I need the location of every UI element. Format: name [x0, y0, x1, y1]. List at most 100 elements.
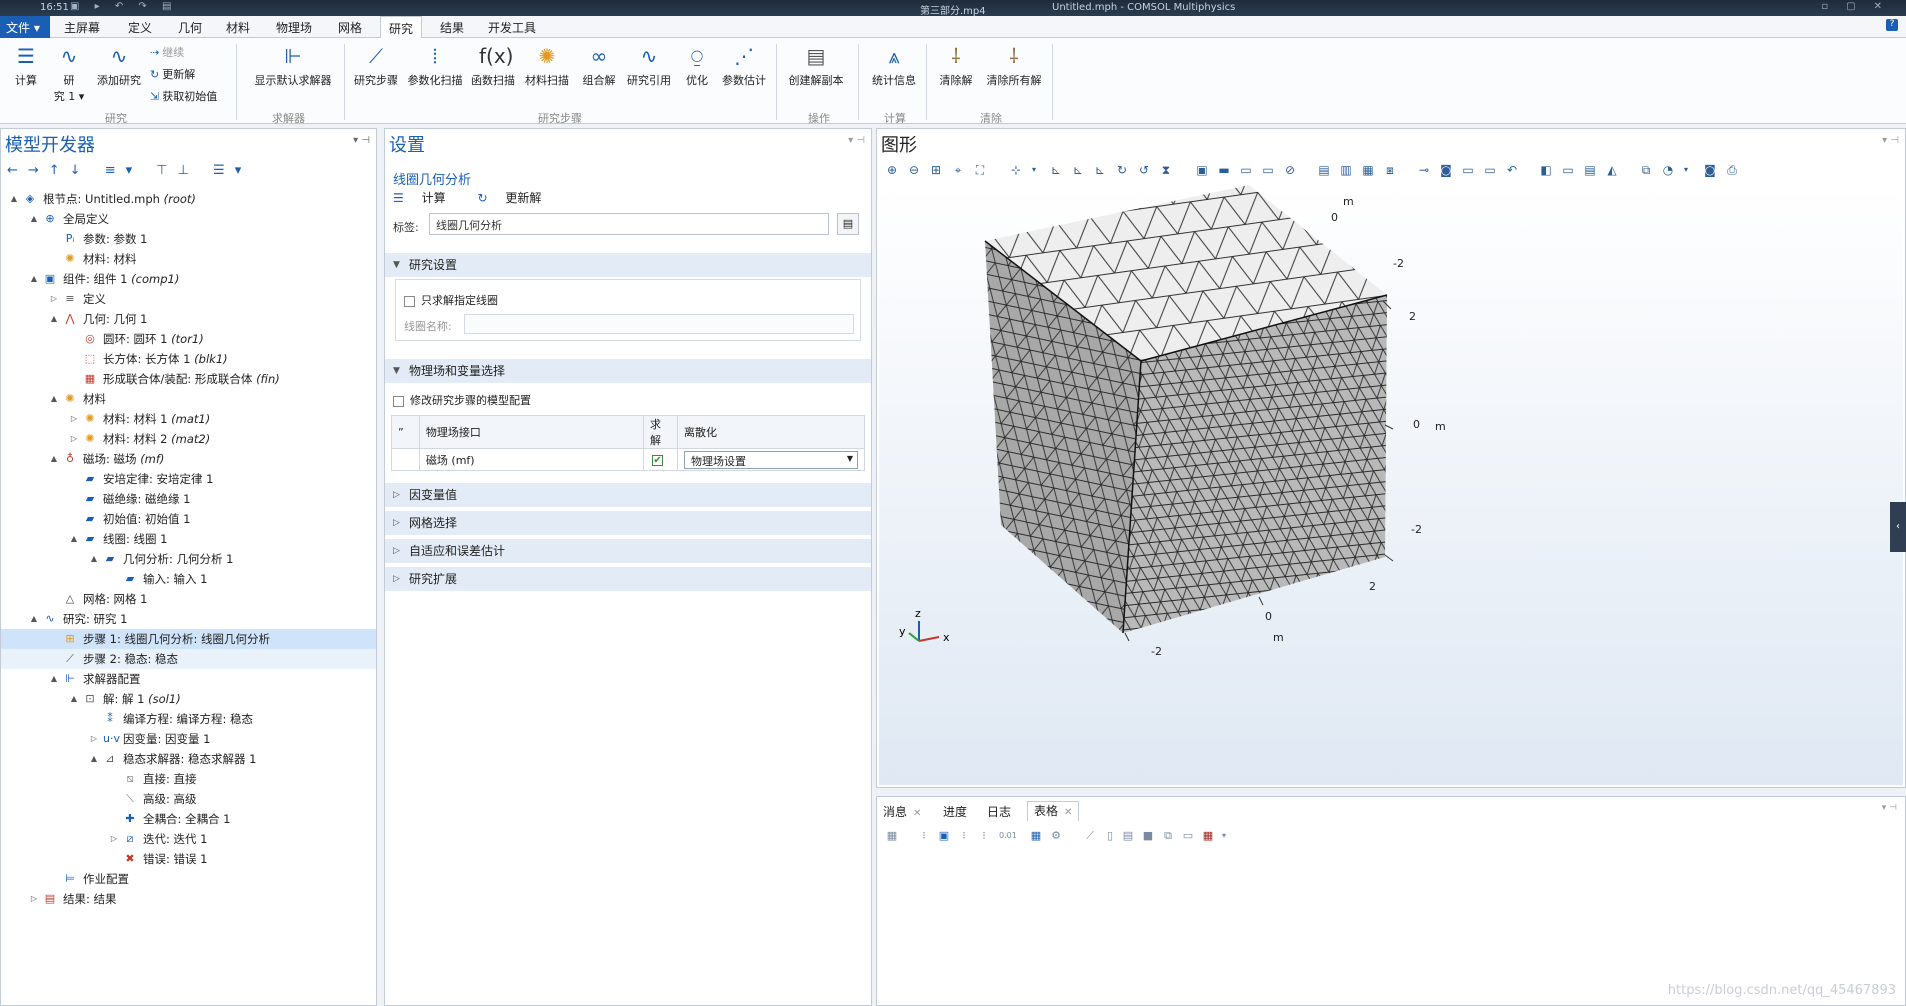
layout2-icon[interactable]: ▤: [1583, 163, 1597, 177]
expand-toggle-icon[interactable]: ▲: [69, 529, 79, 549]
scene-light-icon[interactable]: ◧: [1539, 163, 1553, 177]
zoom-out-icon[interactable]: ⊖: [907, 163, 921, 177]
tree-node[interactable]: ▰ 输入: 输入 1: [1, 569, 376, 589]
zoom-selection-icon[interactable]: ⌖: [951, 163, 965, 177]
tree-node[interactable]: ▷ ⧄ 迭代: 迭代 1: [1, 829, 376, 849]
tab-definitions[interactable]: 定义: [128, 19, 152, 36]
color-table-icon[interactable]: ◔: [1661, 163, 1675, 177]
tree-node[interactable]: △ 网格: 网格 1: [1, 589, 376, 609]
section-study-settings[interactable]: ▼ 研究设置: [385, 253, 871, 277]
manual-precision-icon[interactable]: ⁝: [977, 829, 991, 843]
quick-access-toolbar[interactable]: ▣ ▸ ↶ ↷ ▤: [70, 1, 177, 12]
section-mesh-selection[interactable]: ▷ 网格选择: [385, 511, 871, 535]
tree-node[interactable]: ▦ 形成联合体/装配: 形成联合体 (fin): [1, 369, 376, 389]
tab-log[interactable]: 日志: [987, 803, 1011, 820]
image-export-icon[interactable]: ⧉: [1639, 163, 1653, 177]
wireframe-icon[interactable]: ▤: [1317, 163, 1331, 177]
panel-menu-icon[interactable]: ▾ ⊣: [1882, 135, 1899, 146]
expand-toggle-icon[interactable]: ▲: [89, 749, 99, 769]
tab-physics[interactable]: 物理场: [276, 19, 312, 36]
coil-name-input[interactable]: [464, 314, 854, 334]
tree-node[interactable]: ▲ ▣ 组件: 组件 1 (comp1): [1, 269, 376, 289]
expand-toggle-icon[interactable]: ▲: [69, 689, 79, 709]
help-icon[interactable]: ?: [1886, 19, 1898, 31]
hide-icon[interactable]: ⊸: [1417, 163, 1431, 177]
study-button[interactable]: ∿ 研 究 1 ▾: [52, 42, 86, 104]
copy-table-icon[interactable]: ⧉: [1161, 829, 1175, 843]
discretization-dropdown[interactable]: 物理场设置 ▼: [684, 450, 858, 469]
select-edge-icon[interactable]: ▭: [1239, 163, 1253, 177]
chevron-down-icon[interactable]: ▾: [1217, 829, 1231, 843]
expand-toggle-icon[interactable]: ▲: [29, 269, 39, 289]
expand-toggle-icon[interactable]: ▲: [89, 549, 99, 569]
print-icon[interactable]: ⎙: [1725, 163, 1739, 177]
tree-node[interactable]: ▷ u·v 因变量: 因变量 1: [1, 729, 376, 749]
section-physics-selection[interactable]: ▼ 物理场和变量选择: [385, 359, 871, 383]
tree-node[interactable]: ⊞ 步骤 1: 线圈几何分析: 线圈几何分析: [1, 629, 376, 649]
expand-toggle-icon[interactable]: ▲: [9, 189, 19, 209]
material-sweep-button[interactable]: ✺ 材料扫描: [522, 42, 572, 88]
get-initial-value-button[interactable]: ⇲ 获取初始值: [150, 88, 217, 104]
view-yz-icon[interactable]: ⊾: [1071, 163, 1085, 177]
table-plot-icon[interactable]: ▦: [1029, 829, 1043, 843]
combine-solution-button[interactable]: ∞ 组合解: [576, 42, 622, 88]
chevron-down-icon[interactable]: ▾: [1027, 163, 1041, 177]
expand-toggle-icon[interactable]: ▷: [69, 409, 79, 429]
tree-node[interactable]: ▰ 安培定律: 安培定律 1: [1, 469, 376, 489]
tree-node[interactable]: ▲ ⊡ 解: 解 1 (sol1): [1, 689, 376, 709]
tree-node[interactable]: ▲ ⊿ 稳态求解器: 稳态求解器 1: [1, 749, 376, 769]
tree-node[interactable]: ▷ ✺ 材料: 材料 2 (mat2): [1, 429, 376, 449]
edit-icon[interactable]: ⟋: [1083, 829, 1097, 843]
study-reference-button[interactable]: ∿ 研究引用: [624, 42, 674, 88]
settings-gear-icon[interactable]: ⚙: [1049, 829, 1063, 843]
update-solution-button[interactable]: ↻ 更新解: [150, 66, 195, 82]
close-icon[interactable]: ✕: [913, 808, 921, 819]
tree-node[interactable]: ▲ ⋀ 几何: 几何 1: [1, 309, 376, 329]
expand-toggle-icon[interactable]: ▷: [89, 729, 99, 749]
settings-compute-button[interactable]: ☰ 计算: [393, 191, 460, 205]
show-mesh-icon[interactable]: ◙: [1439, 163, 1453, 177]
tree-node[interactable]: Pᵢ 参数: 参数 1: [1, 229, 376, 249]
deselect-icon[interactable]: ⊘: [1283, 163, 1297, 177]
panel-menu-icon[interactable]: ▾ ⊣: [848, 135, 865, 146]
expand-toggle-icon[interactable]: ▷: [69, 429, 79, 449]
rotate-icon[interactable]: ↻: [1115, 163, 1129, 177]
tree-node[interactable]: ⁑ 编译方程: 编译方程: 稳态: [1, 709, 376, 729]
modify-config-checkbox[interactable]: 修改研究步骤的模型配置: [393, 392, 531, 408]
axis-orientation-icon[interactable]: ⊹: [1009, 163, 1023, 177]
tab-table[interactable]: 表格 ✕: [1027, 801, 1080, 821]
tree-node[interactable]: ▲ ▰ 线圈: 线圈 1: [1, 529, 376, 549]
tree-node[interactable]: ⧅ 直接: 直接: [1, 769, 376, 789]
tree-node[interactable]: ▲ ∿ 研究: 研究 1: [1, 609, 376, 629]
chevron-down-icon[interactable]: ▾: [1679, 163, 1693, 177]
tree-node[interactable]: ▲ ✺ 材料: [1, 389, 376, 409]
expand-toggle-icon[interactable]: ▲: [49, 669, 59, 689]
create-solution-copy-button[interactable]: ▤ 创建解副本: [784, 42, 848, 88]
label-field[interactable]: 线圈几何分析: [429, 213, 829, 235]
zoom-in-icon[interactable]: ⊕: [885, 163, 899, 177]
expand-toggle-icon[interactable]: ▲: [49, 389, 59, 409]
panel-toggle-icon[interactable]: ▭: [1483, 163, 1497, 177]
expand-toggle-icon[interactable]: ▷: [109, 829, 119, 849]
tree-node[interactable]: ✚ 全耦合: 全耦合 1: [1, 809, 376, 829]
solve-checkbox[interactable]: ✔: [643, 448, 678, 471]
function-sweep-button[interactable]: f(x) 函数扫描: [468, 42, 518, 88]
tab-messages[interactable]: 消息 ✕: [883, 803, 921, 820]
compute-button[interactable]: ☰ 计算: [8, 42, 44, 88]
section-study-extensions[interactable]: ▷ 研究扩展: [385, 567, 871, 591]
view-xy-icon[interactable]: ⊾: [1049, 163, 1063, 177]
tree-node[interactable]: ⬚ 长方体: 长方体 1 (blk1): [1, 349, 376, 369]
only-specified-coil-checkbox[interactable]: 只求解指定线圈: [404, 292, 498, 308]
tree-node[interactable]: ▷ ≡ 定义: [1, 289, 376, 309]
heatmap-icon[interactable]: ▦: [1201, 829, 1215, 843]
tree-node[interactable]: ▷ ▤ 结果: 结果: [1, 889, 376, 909]
expand-toggle-icon[interactable]: ▷: [49, 289, 59, 309]
go-to-view-icon[interactable]: ⧗: [1159, 163, 1173, 177]
tab-developer[interactable]: 开发工具: [488, 19, 536, 36]
tree-node[interactable]: ✖ 错误: 错误 1: [1, 849, 376, 869]
render-icon[interactable]: ▭: [1461, 163, 1475, 177]
undo-view-icon[interactable]: ↶: [1505, 163, 1519, 177]
continue-button[interactable]: ⇢ 继续: [150, 44, 184, 60]
tab-mesh[interactable]: 网格: [338, 19, 362, 36]
section-dependent-variables[interactable]: ▷ 因变量值: [385, 483, 871, 507]
